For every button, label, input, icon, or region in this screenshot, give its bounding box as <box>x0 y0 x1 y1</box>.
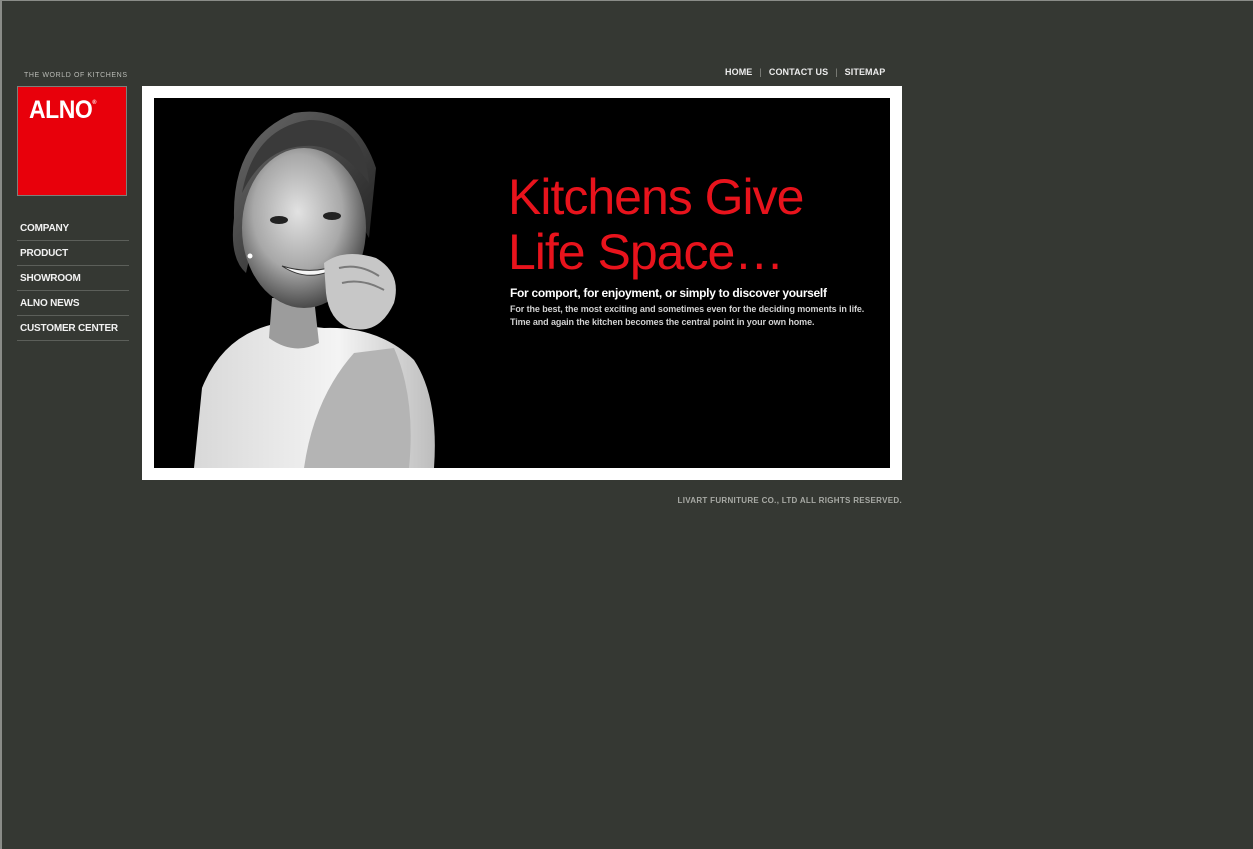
sidebar-item-alno-news[interactable]: ALNO NEWS <box>17 291 129 316</box>
sidebar-item-product[interactable]: PRODUCT <box>17 241 129 266</box>
alno-logo[interactable]: ALNO® <box>17 86 127 196</box>
top-nav: HOME | CONTACT US | SITEMAP <box>725 67 885 77</box>
hero-frame: Kitchens Give Life Space… For comport, f… <box>142 86 902 480</box>
headline-line-2: Life Space… <box>508 224 784 280</box>
sidebar-item-showroom[interactable]: SHOWROOM <box>17 266 129 291</box>
woman-portrait-photo <box>194 111 435 468</box>
hero-subhead: For comport, for enjoyment, or simply to… <box>510 286 827 300</box>
contact-us-link[interactable]: CONTACT US <box>769 67 828 77</box>
nav-separator: | <box>759 67 762 77</box>
hero-headline: Kitchens Give Life Space… <box>508 169 804 280</box>
copyright-text: LIVART FURNITURE CO., LTD ALL RIGHTS RES… <box>677 496 902 505</box>
headline-line-1: Kitchens Give <box>508 169 804 225</box>
nav-separator: | <box>835 67 838 77</box>
sidebar-item-customer-center[interactable]: CUSTOMER CENTER <box>17 316 129 341</box>
brand-tagline: THE WORLD OF KITCHENS <box>24 72 128 79</box>
page: THE WORLD OF KITCHENS ALNO® COMPANY PROD… <box>0 0 1253 849</box>
hero-body-line-2: Time and again the kitchen becomes the c… <box>510 317 815 327</box>
hero-banner: Kitchens Give Life Space… For comport, f… <box>154 98 890 468</box>
sidebar-item-company[interactable]: COMPANY <box>17 216 129 241</box>
home-link[interactable]: HOME <box>725 67 752 77</box>
sidebar-nav: COMPANY PRODUCT SHOWROOM ALNO NEWS CUSTO… <box>17 216 129 341</box>
logo-text: ALNO® <box>29 96 96 124</box>
hero-body-line-1: For the best, the most exciting and some… <box>510 304 865 314</box>
sitemap-link[interactable]: SITEMAP <box>845 67 886 77</box>
